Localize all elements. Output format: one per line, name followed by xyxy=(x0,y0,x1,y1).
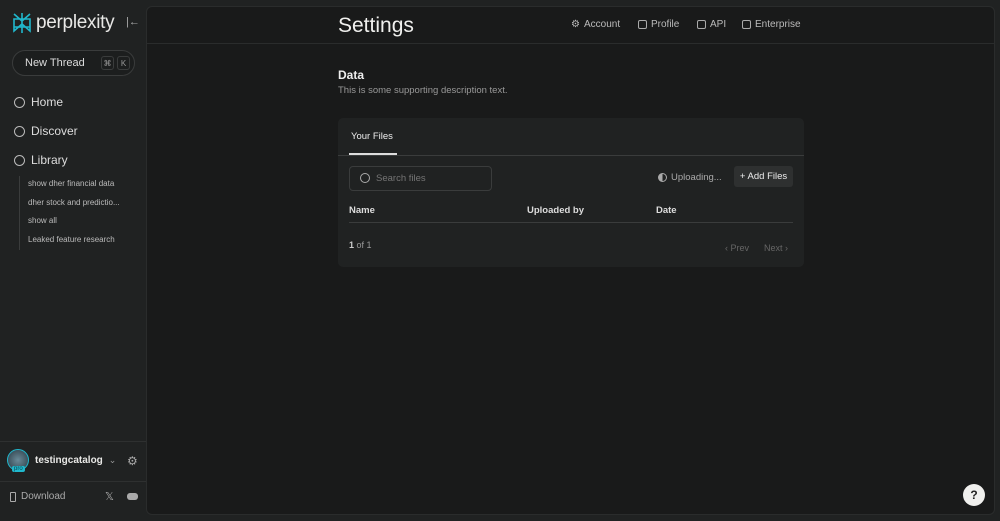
column-header-uploaded-by[interactable]: Uploaded by xyxy=(527,205,584,216)
page-title: Settings xyxy=(338,14,414,37)
main-panel: Settings ⚙ Account Profile API Enterprise… xyxy=(146,6,995,515)
prev-label: Prev xyxy=(730,243,750,253)
divider xyxy=(338,155,804,156)
logo[interactable]: perplexity xyxy=(12,12,115,34)
next-label: Next xyxy=(764,243,783,253)
download-button[interactable]: Download xyxy=(10,491,65,502)
discord-icon[interactable] xyxy=(127,493,138,500)
sidebar-item-library[interactable]: Library xyxy=(14,153,68,167)
next-button[interactable]: Next › xyxy=(764,243,788,253)
phone-icon xyxy=(10,491,16,502)
command-key-icon: ⌘ xyxy=(101,56,114,70)
library-icon xyxy=(14,154,25,166)
gear-icon: ⚙ xyxy=(571,19,580,30)
files-card: Your Files Uploading... + Add Files Name… xyxy=(338,118,804,267)
search-files[interactable] xyxy=(349,166,492,191)
help-button[interactable]: ? xyxy=(963,484,985,506)
profile-icon xyxy=(638,20,647,29)
section-description: This is some supporting description text… xyxy=(338,85,508,96)
tab-label: Profile xyxy=(651,19,680,30)
user-menu[interactable]: pro testingcatalog ⌄ xyxy=(7,449,117,472)
tab-api[interactable]: API xyxy=(697,19,726,30)
column-header-date[interactable]: Date xyxy=(656,205,677,216)
tab-label: Enterprise xyxy=(755,19,801,30)
tab-your-files[interactable]: Your Files xyxy=(351,131,393,142)
divider xyxy=(0,441,146,442)
column-header-name[interactable]: Name xyxy=(349,205,375,216)
new-thread-label: New Thread xyxy=(25,57,85,69)
thread-list: show dher financial data dher stock and … xyxy=(19,176,120,250)
total-pages: of 1 xyxy=(356,240,372,250)
globe-icon xyxy=(14,125,25,137)
divider xyxy=(349,222,793,223)
status-text: Uploading... xyxy=(671,172,722,183)
tab-account[interactable]: ⚙ Account xyxy=(571,19,620,30)
tab-enterprise[interactable]: Enterprise xyxy=(742,19,801,30)
nav-label: Home xyxy=(31,95,64,109)
spinner-icon xyxy=(658,173,667,182)
chevron-down-icon: ⌄ xyxy=(108,454,117,465)
nav-label: Discover xyxy=(31,124,78,138)
search-input[interactable] xyxy=(376,173,491,184)
perplexity-logo-icon xyxy=(13,13,31,33)
logo-text: perplexity xyxy=(36,12,115,33)
download-label: Download xyxy=(21,491,66,502)
header: Settings ⚙ Account Profile API Enterprise xyxy=(147,7,994,44)
sidebar: perplexity |← New Thread ⌘ K Home Discov… xyxy=(0,0,146,521)
current-page: 1 xyxy=(349,240,355,250)
add-files-button[interactable]: + Add Files xyxy=(734,166,793,187)
sidebar-item-home[interactable]: Home xyxy=(14,95,63,109)
thread-item[interactable]: show dher financial data xyxy=(28,176,120,195)
tab-label: API xyxy=(710,19,727,30)
thread-item[interactable]: dher stock and predictio... xyxy=(28,195,120,214)
thread-item[interactable]: show all xyxy=(28,213,120,232)
k-key: K xyxy=(117,56,130,70)
page-indicator: 1 of 1 xyxy=(349,240,372,250)
nav-label: Library xyxy=(31,153,68,167)
external-link-icon xyxy=(742,20,751,29)
avatar: pro xyxy=(7,449,29,472)
new-thread-button[interactable]: New Thread ⌘ K xyxy=(12,50,135,76)
tab-profile[interactable]: Profile xyxy=(638,19,679,30)
gear-icon[interactable]: ⚙ xyxy=(127,454,138,468)
sidebar-item-discover[interactable]: Discover xyxy=(14,124,78,138)
search-icon xyxy=(360,173,370,183)
code-icon xyxy=(697,20,706,29)
section-title: Data xyxy=(338,68,365,82)
pro-badge: pro xyxy=(12,466,25,472)
collapse-sidebar-icon[interactable]: |← xyxy=(126,16,140,28)
divider xyxy=(0,481,146,482)
username: testingcatalog xyxy=(35,454,103,466)
prev-button[interactable]: ‹ Prev xyxy=(725,243,749,253)
thread-item[interactable]: Leaked feature research xyxy=(28,232,120,251)
search-icon xyxy=(14,96,25,108)
x-icon[interactable]: 𝕏 xyxy=(105,490,114,503)
upload-status: Uploading... xyxy=(658,172,722,183)
tab-label: Account xyxy=(583,19,621,30)
